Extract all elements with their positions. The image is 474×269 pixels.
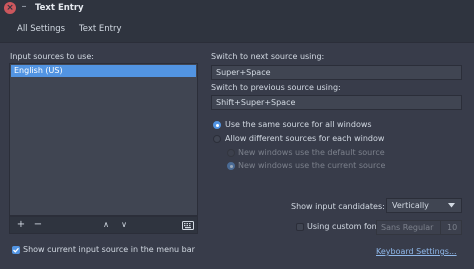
next-source-shortcut-field[interactable]: Super+Space xyxy=(211,65,462,80)
move-down-button[interactable]: ∨ xyxy=(117,219,131,231)
new-current-radio[interactable] xyxy=(227,162,235,170)
previous-source-shortcut-field[interactable]: Shift+Super+Space xyxy=(211,95,462,110)
move-up-button[interactable]: ∧ xyxy=(99,219,113,231)
input-candidates-value: Vertically xyxy=(392,201,429,210)
input-sources-label: Input sources to use: xyxy=(10,52,94,61)
font-divider xyxy=(440,221,441,234)
plus-icon: + xyxy=(16,219,26,230)
custom-font-label[interactable]: Using custom font: xyxy=(307,221,383,232)
input-candidates-label: Show input candidates: xyxy=(291,202,385,211)
input-sources-toolbar: + − ∧ ∨ xyxy=(9,216,198,234)
same-source-label[interactable]: Use the same source for all windows xyxy=(225,119,372,130)
dropdown-arrow-icon xyxy=(448,203,455,208)
keyboard-layout-button[interactable] xyxy=(181,219,195,231)
previous-source-label: Switch to previous source using: xyxy=(211,83,341,92)
window-title: Text Entry xyxy=(35,3,84,13)
minus-icon: − xyxy=(33,219,43,230)
custom-font-checkbox[interactable] xyxy=(296,223,304,231)
remove-source-button[interactable]: − xyxy=(31,219,45,231)
menu-bar-label[interactable]: Show current input source in the menu ba… xyxy=(23,244,195,255)
checkmark-icon xyxy=(13,247,19,253)
input-candidates-dropdown[interactable]: Vertically xyxy=(386,198,462,213)
navigation-header xyxy=(0,16,474,43)
new-current-label[interactable]: New windows use the current source xyxy=(238,160,385,171)
list-item[interactable]: English (US) xyxy=(11,65,196,77)
input-sources-list[interactable]: English (US) xyxy=(9,63,198,216)
font-name: Sans Regular xyxy=(381,223,434,232)
new-default-label[interactable]: New windows use the default source xyxy=(238,147,385,158)
close-window-button[interactable]: × xyxy=(4,2,16,14)
menu-bar-checkbox[interactable] xyxy=(12,246,20,254)
chevron-up-icon: ∧ xyxy=(103,220,109,229)
chevron-down-icon: ∨ xyxy=(121,220,127,229)
add-source-button[interactable]: + xyxy=(14,219,28,231)
next-source-label: Switch to next source using: xyxy=(211,52,325,61)
keyboard-settings-button[interactable]: Keyboard Settings... xyxy=(376,245,462,259)
minimize-window-button[interactable]: – xyxy=(19,1,29,13)
new-default-radio[interactable] xyxy=(227,149,235,157)
font-chooser-button[interactable]: Sans Regular 10 xyxy=(376,220,462,235)
keyboard-icon xyxy=(182,221,194,230)
breadcrumb-text-entry[interactable]: Text Entry xyxy=(79,21,122,37)
same-source-radio[interactable] xyxy=(213,121,221,129)
close-icon: × xyxy=(6,3,14,13)
all-settings-button[interactable]: All Settings xyxy=(17,21,65,37)
different-sources-radio[interactable] xyxy=(213,135,221,143)
minimize-icon: – xyxy=(21,1,27,12)
font-size: 10 xyxy=(447,223,458,232)
different-sources-label[interactable]: Allow different sources for each window xyxy=(225,133,384,144)
